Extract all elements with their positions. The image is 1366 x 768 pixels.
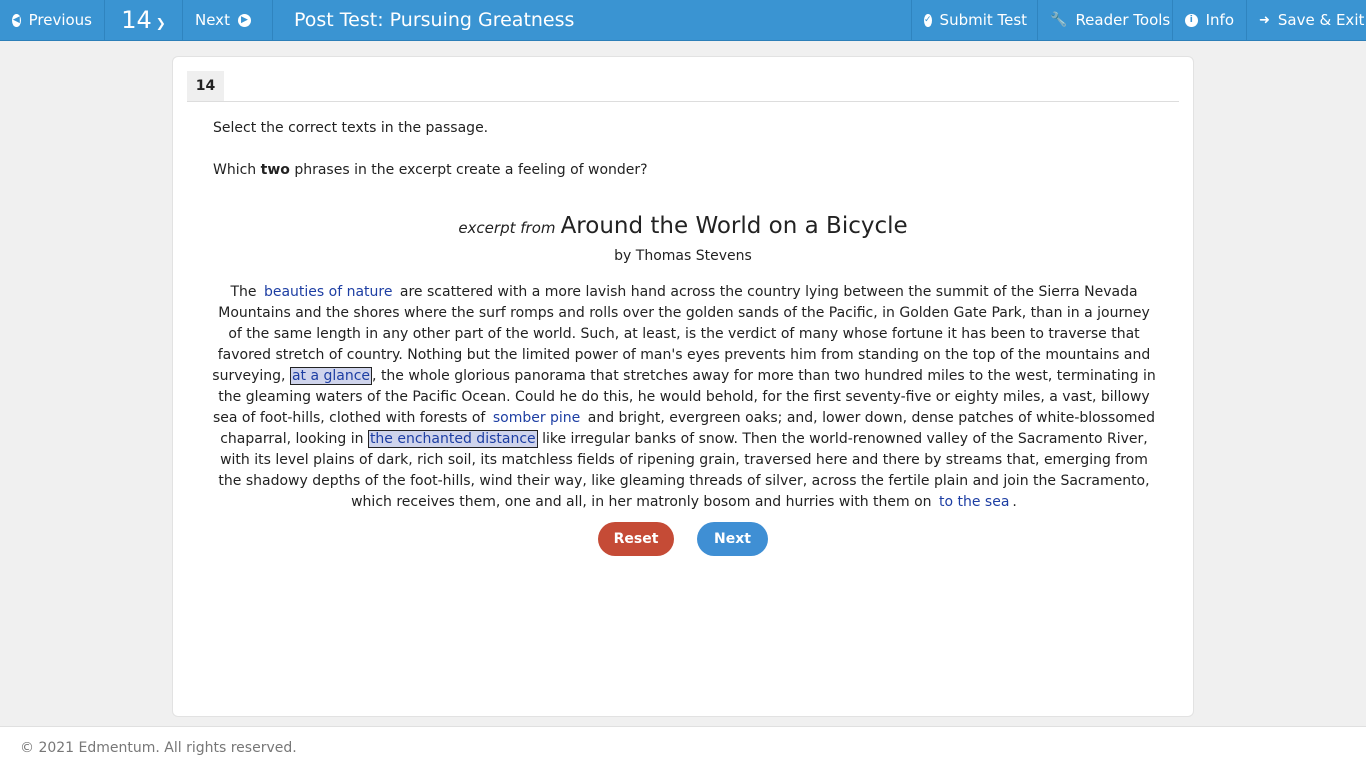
reader-tools-button[interactable]: 🔧 Reader Tools	[1037, 0, 1172, 40]
excerpt-author: by Thomas Stevens	[614, 248, 752, 264]
passage: The beauties of nature are scattered wit…	[211, 282, 1157, 513]
submit-test-button[interactable]: ✓ Submit Test	[911, 0, 1037, 40]
passage-text: The	[230, 284, 257, 300]
next-button[interactable]: Next	[697, 522, 768, 556]
sign-in-icon: ➜	[1259, 12, 1270, 28]
prompt-part: Which	[213, 162, 261, 178]
info-button[interactable]: i Info	[1172, 0, 1246, 40]
next-label: Next	[195, 11, 230, 29]
copyright-text: © 2021 Edmentum. All rights reserved.	[20, 739, 297, 756]
question-number-dropdown[interactable]: 14 ❯	[105, 0, 183, 40]
save-exit-button[interactable]: ➜ Save & Exit	[1246, 0, 1366, 40]
chevron-down-icon: ❯	[155, 16, 166, 30]
previous-label: Previous	[28, 11, 92, 29]
selectable-phrase[interactable]: to the sea	[936, 494, 1012, 510]
question-number: 14	[121, 6, 152, 34]
selectable-phrase-selected[interactable]: the enchanted distance	[367, 430, 538, 448]
save-exit-label: Save & Exit	[1277, 11, 1365, 29]
footer: © 2021 Edmentum. All rights reserved.	[0, 726, 1366, 768]
question-panel: 14 Select the correct texts in the passa…	[172, 56, 1194, 717]
wrench-icon: 🔧	[1050, 12, 1068, 28]
excerpt-heading: excerpt from Around the World on a Bicyc…	[173, 213, 1193, 239]
check-circle-icon: ✓	[924, 13, 932, 27]
prompt-part: phrases in the excerpt create a feeling …	[289, 162, 648, 178]
excerpt-prefix: excerpt from	[458, 219, 556, 237]
passage-text: .	[1012, 494, 1017, 510]
selectable-phrase[interactable]: somber pine	[490, 410, 583, 426]
reader-tools-label: Reader Tools	[1075, 11, 1171, 29]
prompt-emphasis: two	[260, 162, 290, 178]
selectable-phrase[interactable]: beauties of nature	[261, 284, 396, 300]
question-prompt: Which two phrases in the excerpt create …	[213, 162, 648, 178]
excerpt-title: Around the World on a Bicycle	[560, 213, 908, 239]
info-icon: i	[1185, 13, 1198, 27]
instruction-text: Select the correct texts in the passage.	[213, 120, 489, 136]
arrow-right-icon: ▶	[237, 13, 251, 27]
reset-button[interactable]: Reset	[598, 522, 674, 556]
info-label: Info	[1205, 11, 1234, 29]
question-number-tab: 14	[187, 71, 224, 101]
divider	[187, 101, 1179, 102]
action-buttons: Reset Next	[173, 522, 1193, 556]
submit-label: Submit Test	[939, 11, 1028, 29]
selectable-phrase-selected[interactable]: at a glance	[289, 367, 373, 385]
arrow-left-icon: ◀	[12, 13, 21, 27]
test-title: Post Test: Pursuing Greatness	[294, 9, 575, 31]
top-toolbar: ◀ Previous 14 ❯ Next ▶ Post Test: Pursui…	[0, 0, 1366, 41]
previous-button[interactable]: ◀ Previous	[0, 0, 105, 40]
next-question-button[interactable]: Next ▶	[183, 0, 273, 40]
